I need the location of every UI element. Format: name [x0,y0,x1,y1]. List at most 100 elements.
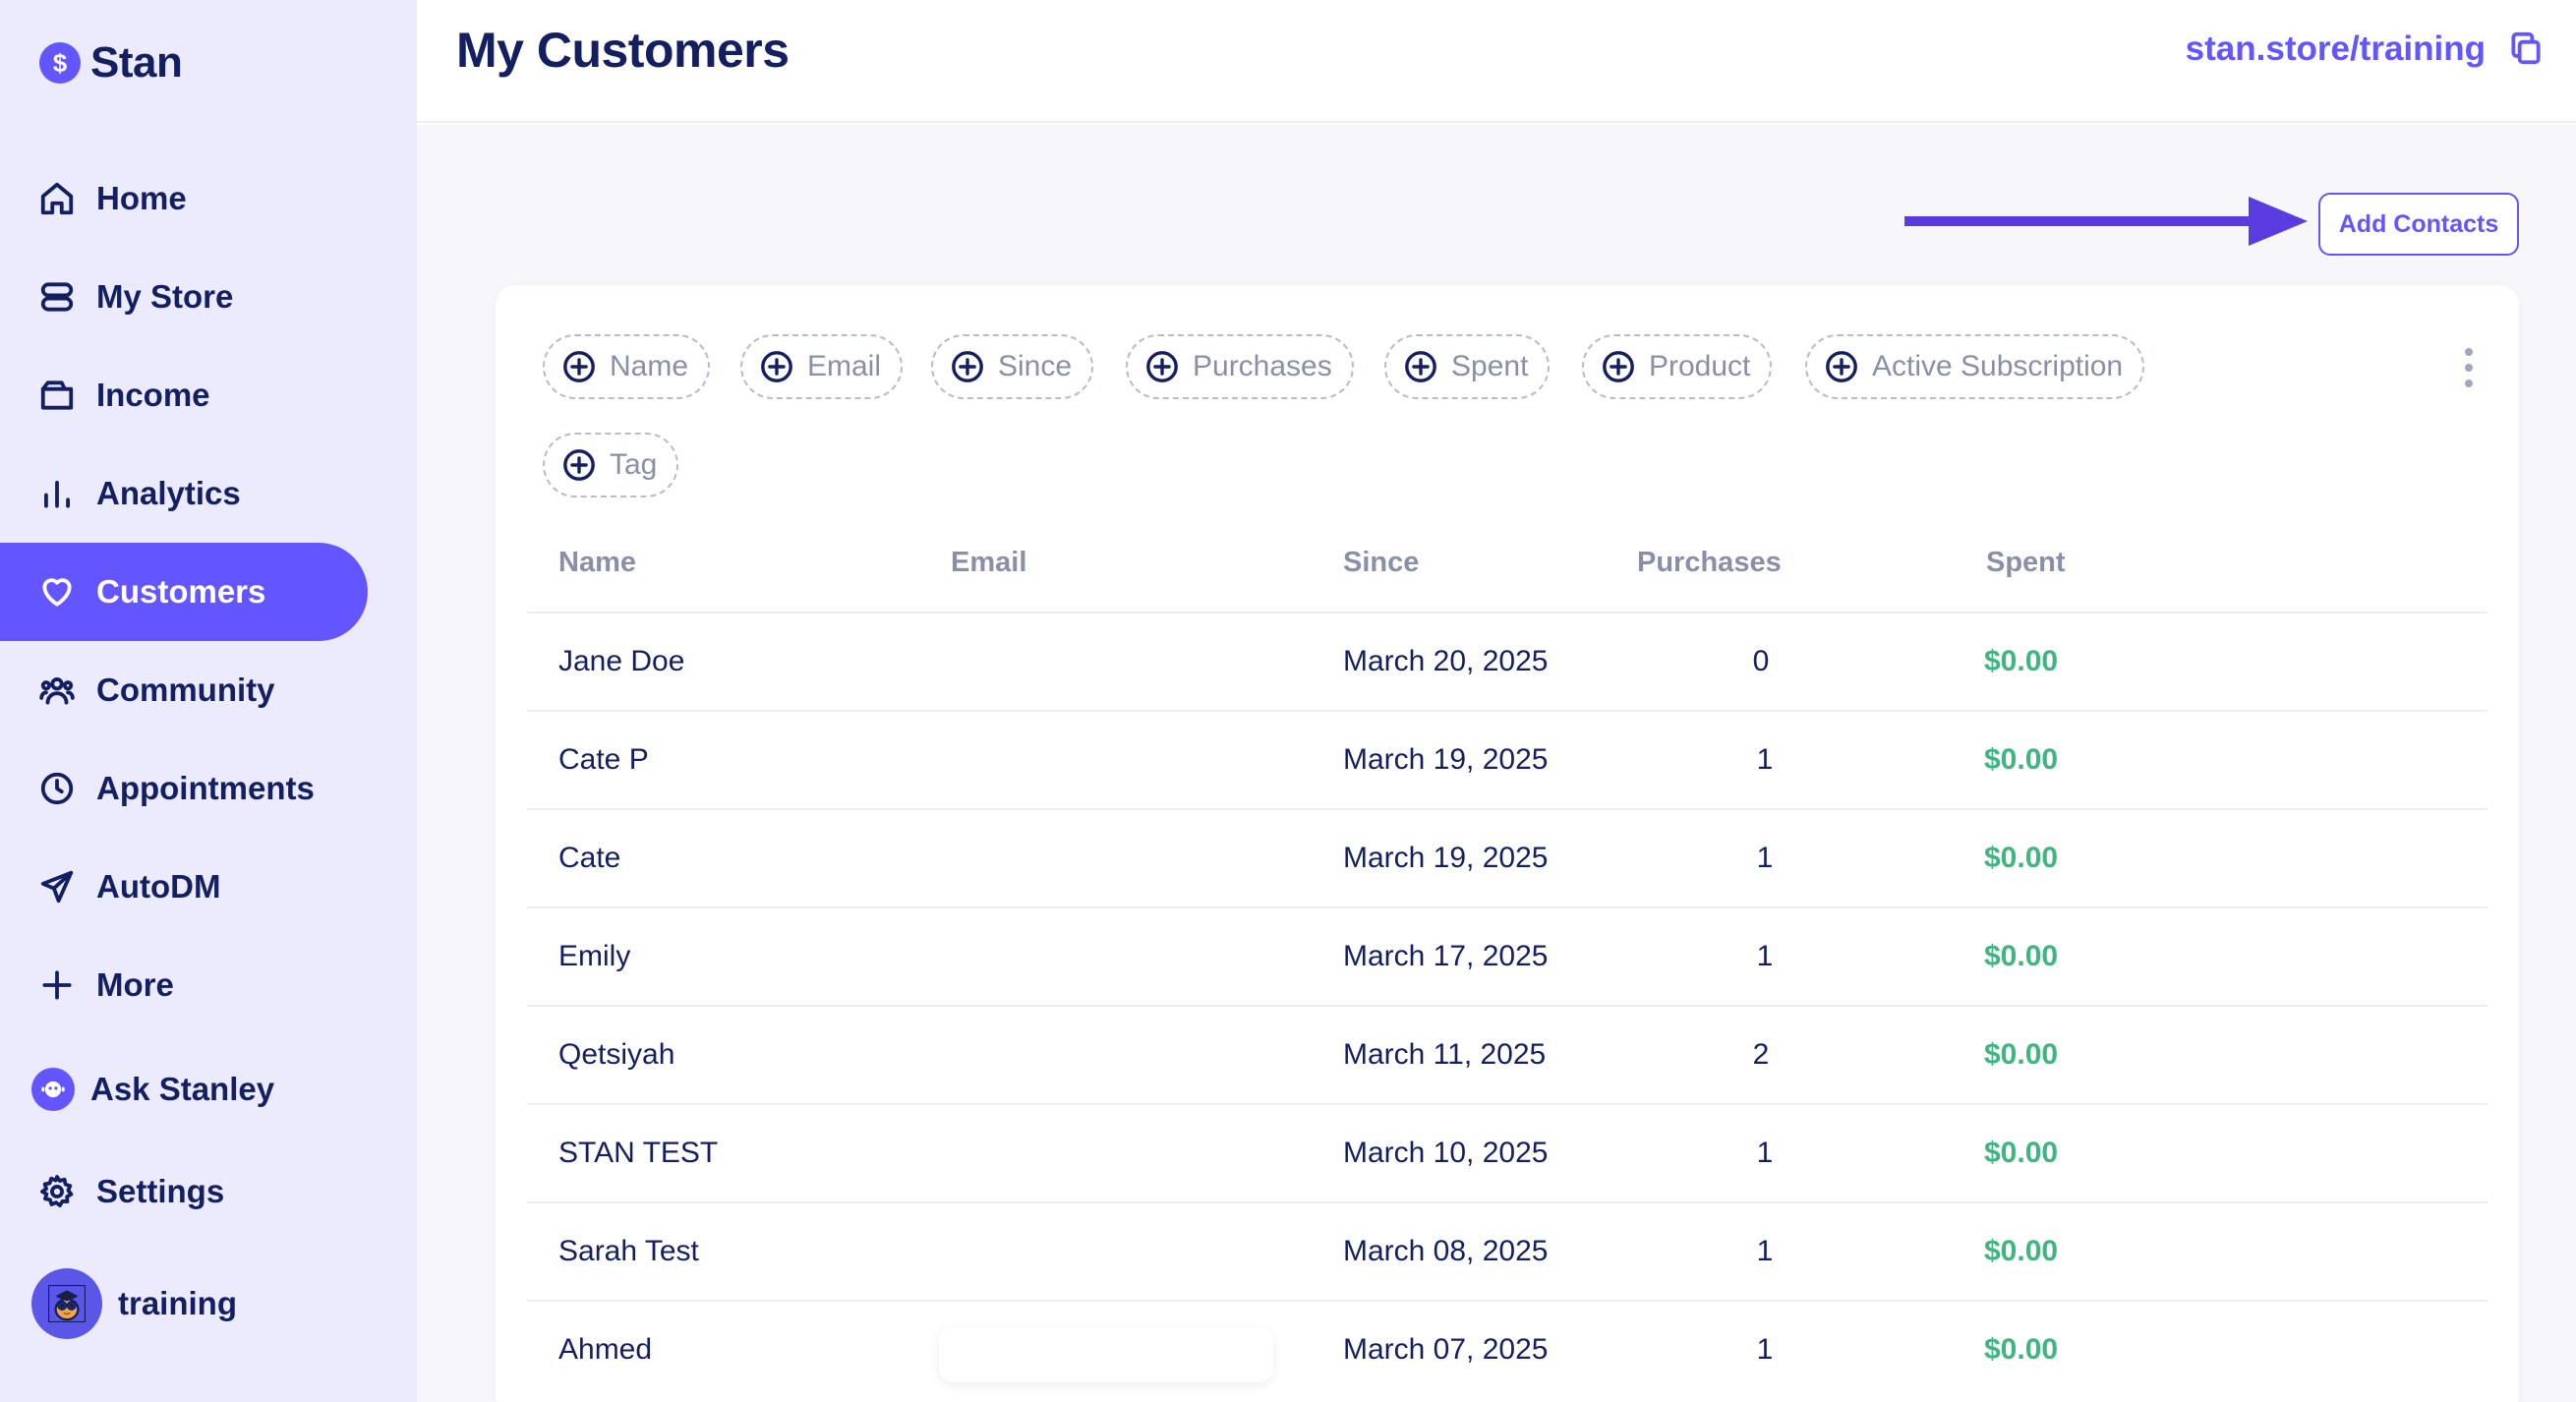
gear-icon [37,1172,77,1211]
cell-since: March 20, 2025 [1343,645,1549,677]
cell-purchases: 1 [1756,1333,1774,1366]
cell-name: Qetsiyah [558,1038,675,1071]
column-header-since[interactable]: Since [1343,547,1419,579]
sidebar-item-label: Home [96,180,187,216]
sidebar-item-label: Ask Stanley [90,1071,275,1107]
table-divider [527,1005,2488,1007]
filter-chip-tag[interactable]: Tag [543,433,679,497]
filter-chip-active-subscription[interactable]: Active Subscription [1805,334,2145,399]
heart-icon [37,572,77,612]
sidebar-item-autodm[interactable]: AutoDM [0,838,368,936]
cell-name: Cate P [558,743,649,776]
add-contacts-button[interactable]: Add Contacts [2318,193,2519,256]
cell-name: Ahmed [558,1333,653,1366]
sidebar-item-account[interactable]: training [0,1255,368,1353]
table-divider [527,1300,2488,1302]
cell-spent: $0.00 [1984,1137,2059,1169]
filter-chip-label: Active Subscription [1872,350,2124,382]
sidebar-item-community[interactable]: Community [0,641,368,739]
sidebar-item-income[interactable]: Income [0,346,368,444]
sidebar-item-analytics[interactable]: Analytics [0,444,368,543]
sidebar-item-label: My Store [96,278,234,315]
filter-chip-name[interactable]: Name [543,334,711,399]
cell-spent: $0.00 [1984,743,2059,776]
plus-circle-icon [562,448,596,482]
sidebar-item-settings[interactable]: Settings [0,1142,368,1241]
filter-chip-since[interactable]: Since [931,334,1094,399]
cell-name: Cate [558,842,621,874]
cell-spent: $0.00 [1984,1235,2059,1267]
hidden-email-placeholder [939,1327,1273,1382]
table-divider [527,710,2488,712]
brand[interactable]: $ Stan [39,38,183,87]
sidebar-item-home[interactable]: Home [0,149,368,248]
sidebar-item-more[interactable]: More [0,936,368,1034]
store-link[interactable]: stan.store/training [2186,29,2486,69]
filter-chip-label: Spent [1451,350,1529,382]
table-divider [527,1103,2488,1105]
stan-logo-icon: $ [39,42,81,84]
column-header-purchases[interactable]: Purchases [1637,547,1782,579]
plus-circle-icon [562,350,596,383]
column-header-spent[interactable]: Spent [1986,547,2066,579]
column-header-email[interactable]: Email [951,547,1026,579]
cell-since: March 17, 2025 [1343,940,1549,972]
cell-purchases: 1 [1756,1137,1774,1169]
send-icon [37,867,77,906]
filter-chip-label: Name [610,350,689,382]
plus-circle-icon [951,350,984,383]
bar-chart-icon [37,474,77,513]
cell-spent: $0.00 [1984,1038,2059,1071]
plus-circle-icon [1145,350,1179,383]
sidebar-item-customers[interactable]: Customers [0,543,368,641]
cell-name: Sarah Test [558,1235,699,1267]
sidebar: $ Stan Home My Store Income Analytics Cu… [0,0,417,1402]
filter-chip-product[interactable]: Product [1582,334,1773,399]
account-name: training [118,1285,237,1321]
copy-icon[interactable] [2507,29,2545,67]
avatar [31,1268,102,1339]
users-icon [37,671,77,710]
cell-since: March 10, 2025 [1343,1137,1549,1169]
store-icon [37,277,77,317]
filter-chip-label: Email [807,350,882,382]
filter-chip-purchases[interactable]: Purchases [1126,334,1354,399]
home-icon [37,179,77,218]
cell-name: Jane Doe [558,645,685,677]
more-options-icon[interactable] [2454,348,2484,387]
sidebar-item-my-store[interactable]: My Store [0,248,368,346]
column-header-name[interactable]: Name [558,547,636,579]
cell-since: March 19, 2025 [1343,842,1549,874]
cell-spent: $0.00 [1984,645,2059,677]
sidebar-item-label: AutoDM [96,868,221,905]
wallet-icon [37,376,77,415]
filter-chip-label: Tag [610,448,658,481]
sidebar-item-label: Appointments [96,770,315,806]
cell-since: March 07, 2025 [1343,1333,1549,1366]
page-header: My Customers stan.store/training [417,0,2576,123]
sidebar-item-appointments[interactable]: Appointments [0,739,368,838]
sidebar-item-label: Community [96,672,275,708]
plus-circle-icon [1602,350,1635,383]
table-divider [527,1201,2488,1203]
table-divider [527,612,2488,613]
sidebar-item-label: More [96,966,174,1003]
sidebar-item-ask-stanley[interactable]: Ask Stanley [0,1040,368,1139]
filter-chip-email[interactable]: Email [740,334,904,399]
cell-spent: $0.00 [1984,842,2059,874]
sidebar-item-label: Income [96,377,210,413]
clock-icon [37,769,77,808]
cell-since: March 19, 2025 [1343,743,1549,776]
stanley-bot-icon [31,1068,75,1111]
cell-spent: $0.00 [1984,1333,2059,1366]
filter-chip-label: Since [998,350,1073,382]
arrow-annotation-icon [1904,197,2308,246]
table-divider [527,808,2488,810]
filter-chip-label: Purchases [1193,350,1332,382]
cell-purchases: 1 [1756,842,1774,874]
filter-chip-spent[interactable]: Spent [1384,334,1551,399]
sidebar-item-label: Analytics [96,475,241,511]
cell-since: March 08, 2025 [1343,1235,1549,1267]
plus-circle-icon [1825,350,1858,383]
sidebar-item-label: Settings [96,1173,225,1209]
